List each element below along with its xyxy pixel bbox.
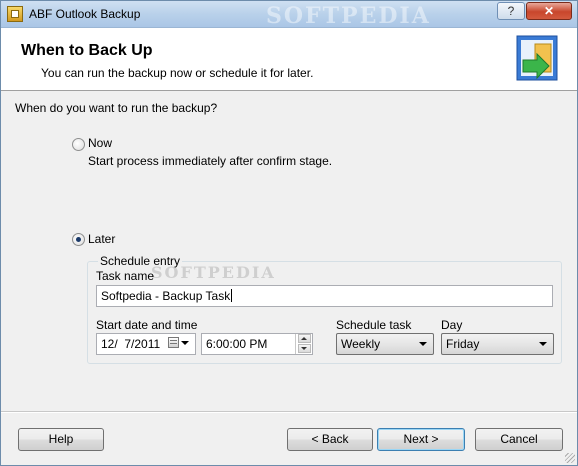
schedule-task-select[interactable]: Weekly	[336, 333, 434, 355]
softpedia-watermark: SOFTPEDIA	[266, 3, 431, 29]
task-name-value: Softpedia - Backup Task	[101, 289, 231, 303]
spin-up-icon[interactable]	[298, 334, 311, 343]
question-text: When do you want to run the backup?	[15, 101, 218, 115]
page-title: When to Back Up	[21, 42, 153, 59]
footer-divider	[1, 411, 577, 413]
date-value: 12/ 7/2011	[101, 337, 161, 351]
resize-grip[interactable]	[565, 453, 575, 463]
now-description: Start process immediately after confirm …	[88, 154, 333, 168]
now-radio[interactable]	[72, 138, 85, 151]
window-title: ABF Outlook Backup	[29, 7, 141, 21]
time-spinner[interactable]	[295, 334, 312, 354]
softpedia-watermark-2: SOFTPEDIA	[151, 263, 276, 282]
spin-down-icon[interactable]	[298, 344, 311, 353]
text-caret	[231, 289, 233, 302]
wizard-window: ABF Outlook Backup SOFTPEDIA ? ✕ When to…	[0, 0, 578, 466]
back-button[interactable]: < Back	[287, 428, 373, 451]
start-date-label: Start date and time	[96, 318, 198, 332]
calendar-icon[interactable]	[168, 337, 179, 348]
day-select[interactable]: Friday	[441, 333, 554, 355]
title-bar[interactable]: ABF Outlook Backup SOFTPEDIA ? ✕	[1, 1, 577, 29]
schedule-task-label: Schedule task	[336, 318, 412, 332]
later-label[interactable]: Later	[88, 232, 115, 246]
help-button[interactable]: Help	[18, 428, 104, 451]
app-icon	[7, 6, 23, 22]
page-subtitle: You can run the backup now or schedule i…	[41, 66, 314, 80]
next-button[interactable]: Next >	[377, 428, 465, 451]
day-label: Day	[441, 318, 463, 332]
title-close-button[interactable]: ✕	[526, 2, 572, 20]
later-radio[interactable]	[72, 233, 85, 246]
schedule-wizard-icon	[516, 35, 558, 81]
time-value: 6:00:00 PM	[206, 337, 268, 351]
wizard-header: When to Back Up You can run the backup n…	[1, 28, 577, 91]
cancel-button[interactable]: Cancel	[475, 428, 563, 451]
now-label[interactable]: Now	[88, 136, 112, 150]
task-name-label: Task name	[96, 269, 155, 283]
chevron-down-icon[interactable]	[181, 341, 189, 345]
title-help-button[interactable]: ?	[497, 2, 525, 20]
task-name-input[interactable]: Softpedia - Backup Task	[96, 285, 553, 307]
